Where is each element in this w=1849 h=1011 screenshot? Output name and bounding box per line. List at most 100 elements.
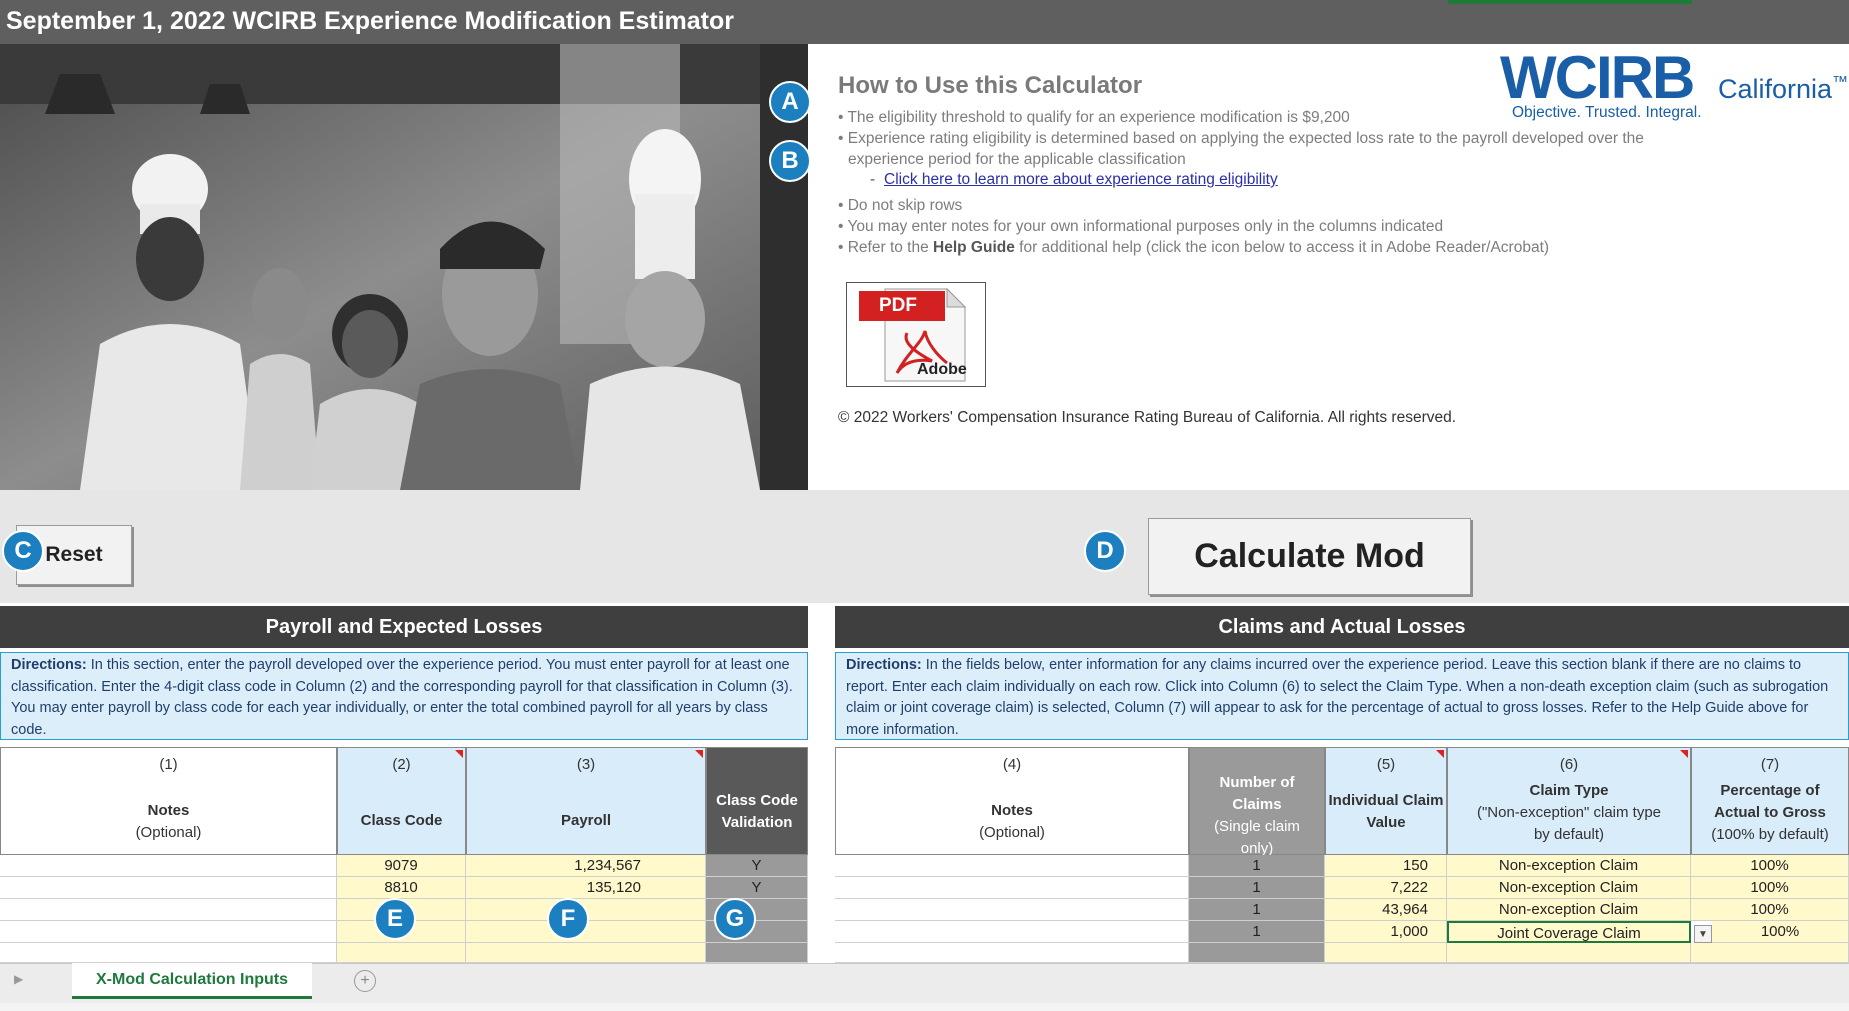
col-payroll-num: (3) (576, 756, 596, 773)
claims-directions-label: Directions: (846, 657, 922, 673)
col-pct-sub: (100% by default) (1711, 826, 1829, 843)
howto-line-5: • Refer to the Help Guide for additional… (838, 239, 1549, 257)
claim-type-cell[interactable]: Non-exception Claim (1447, 877, 1691, 899)
copyright-text: © 2022 Workers' Compensation Insurance R… (838, 409, 1457, 426)
pdf-label: PDF (879, 295, 917, 316)
howto-line-2b: experience period for the applicable cla… (848, 151, 1186, 168)
claim-notes-cell[interactable] (835, 899, 1189, 921)
col-validation-header: Class Code Validation (706, 747, 808, 855)
pct-cell[interactable] (1691, 943, 1849, 963)
title-accent-line (1448, 0, 1692, 4)
claim-value-cell[interactable]: 43,964 (1325, 899, 1447, 921)
claim-value-cell[interactable]: 1,000 (1325, 921, 1447, 943)
callout-badge-d: D (1084, 530, 1126, 572)
claim-type-cell[interactable]: Non-exception Claim (1447, 855, 1691, 877)
callout-badge-b: B (769, 140, 811, 182)
col-pct-title-1: Percentage of (1720, 782, 1820, 799)
col-num-claims-title-1: Number of (1219, 774, 1295, 791)
class-code-cell[interactable]: 9079 (337, 855, 466, 877)
howto-line-2: • Experience rating eligibility is deter… (838, 130, 1644, 147)
claim-notes-cell[interactable] (835, 877, 1189, 899)
pct-cell[interactable]: 100% (1691, 899, 1849, 921)
claim-value-cell[interactable] (1325, 943, 1447, 963)
col-payroll-header: (3) Payroll (466, 747, 706, 855)
callout-badge-f: F (547, 898, 589, 940)
pdf-help-guide-icon[interactable]: PDF Adobe (846, 282, 986, 387)
notes-cell[interactable] (0, 899, 337, 921)
col-validation-label: Class Code Validation (707, 790, 807, 834)
comment-indicator (1436, 750, 1444, 758)
section-gutter (808, 606, 835, 963)
col-claim-type-label: Claim Type ("Non-exception" claim type by … (1448, 780, 1690, 846)
col-notes-sub: (Optional) (135, 824, 202, 841)
col-claim-type-sub-1: ("Non-exception" claim type (1476, 804, 1662, 821)
comment-indicator (1680, 750, 1688, 758)
button-band (0, 490, 1849, 603)
claim-notes-cell[interactable] (835, 943, 1189, 963)
col-notes-label: Notes (Optional) (1, 800, 336, 844)
tab-scroll-arrow-icon[interactable]: ▶ (14, 972, 23, 986)
payroll-cell[interactable] (466, 943, 706, 963)
claim-value-cell[interactable]: 150 (1325, 855, 1447, 877)
calculate-mod-button[interactable]: Calculate Mod (1148, 518, 1471, 595)
col-claim-value-title-2: Value (1366, 814, 1406, 831)
payroll-directions-label: Directions: (11, 657, 87, 673)
col-claim-value-label: Individual Claim Value (1326, 790, 1446, 834)
logo-tm: ™ (1832, 74, 1849, 91)
num-claims-cell: 1 (1189, 877, 1325, 899)
col-class-code-label: Class Code (338, 810, 465, 832)
payroll-cell[interactable]: 1,234,567 (466, 855, 706, 877)
claim-type-cell[interactable] (1447, 943, 1691, 963)
class-code-cell[interactable] (337, 943, 466, 963)
claims-section-header: Claims and Actual Losses (835, 606, 1849, 648)
col-claim-value-num: (5) (1376, 756, 1396, 773)
callout-badge-c: C (2, 530, 44, 572)
col-pct-num: (7) (1760, 756, 1780, 773)
notes-cell[interactable] (0, 943, 337, 963)
link-dash: - (870, 171, 876, 188)
pct-cell[interactable]: 100% (1712, 921, 1849, 943)
payroll-cell[interactable]: 135,120 (466, 877, 706, 899)
col-num-claims-title-2: Claims (1232, 796, 1282, 813)
claim-notes-cell[interactable] (835, 921, 1189, 943)
chefs-photo (0, 44, 808, 490)
dropdown-arrow-icon[interactable]: ▼ (1694, 925, 1712, 943)
notes-cell[interactable] (0, 855, 337, 877)
col-claim-type-title: Claim Type (1529, 782, 1609, 799)
col-claim-type-header: (6) Claim Type ("Non-exception" claim typ… (1447, 747, 1691, 855)
col-pct-header: (7) Percentage of Actual to Gross (100% by… (1691, 747, 1849, 855)
claim-type-cell[interactable]: Non-exception Claim (1447, 899, 1691, 921)
num-claims-cell: 1 (1189, 855, 1325, 877)
notes-cell[interactable] (0, 921, 337, 943)
col-claim-value-header: (5) Individual Claim Value (1325, 747, 1447, 855)
add-sheet-icon[interactable]: + (354, 970, 376, 992)
claims-directions: Directions: In the fields below, enter i… (835, 652, 1849, 740)
class-code-cell[interactable]: 8810 (337, 877, 466, 899)
wcirb-logo: WCIRB (1500, 44, 1695, 111)
pct-cell[interactable]: 100% (1691, 855, 1849, 877)
eligibility-link[interactable]: Click here to learn more about experienc… (884, 171, 1278, 189)
col-pct-title-2: Actual to Gross (1714, 804, 1826, 821)
notes-cell[interactable] (0, 877, 337, 899)
col-validation-title-2: Validation (721, 814, 793, 831)
status-bar (0, 1003, 1849, 1011)
claim-notes-cell[interactable] (835, 855, 1189, 877)
howto-line-1: • The eligibility threshold to qualify f… (838, 109, 1350, 126)
col-payroll-title: Payroll (560, 812, 612, 829)
col-claim-notes-label: Notes (Optional) (836, 800, 1188, 844)
col-claim-type-sub-2: by default) (1533, 826, 1605, 843)
howto-heading: How to Use this Calculator (838, 72, 1143, 99)
num-claims-cell: 1 (1189, 921, 1325, 943)
payroll-directions-text: In this section, enter the payroll devel… (11, 657, 793, 738)
howto-line-3: • Do not skip rows (838, 197, 963, 214)
claim-value-cell[interactable]: 7,222 (1325, 877, 1447, 899)
validation-cell: Y (706, 855, 808, 877)
claim-type-cell-selected[interactable]: Joint Coverage Claim (1447, 921, 1691, 943)
num-claims-cell (1189, 943, 1325, 963)
pct-cell[interactable]: 100% (1691, 877, 1849, 899)
col-notes-title: Notes (147, 802, 190, 819)
col-validation-title-1: Class Code (716, 792, 798, 809)
sheet-tab-xmod-inputs[interactable]: X-Mod Calculation Inputs (72, 963, 312, 999)
app-title: September 1, 2022 WCIRB Experience Modif… (6, 7, 734, 35)
callout-badge-g: G (714, 898, 756, 940)
